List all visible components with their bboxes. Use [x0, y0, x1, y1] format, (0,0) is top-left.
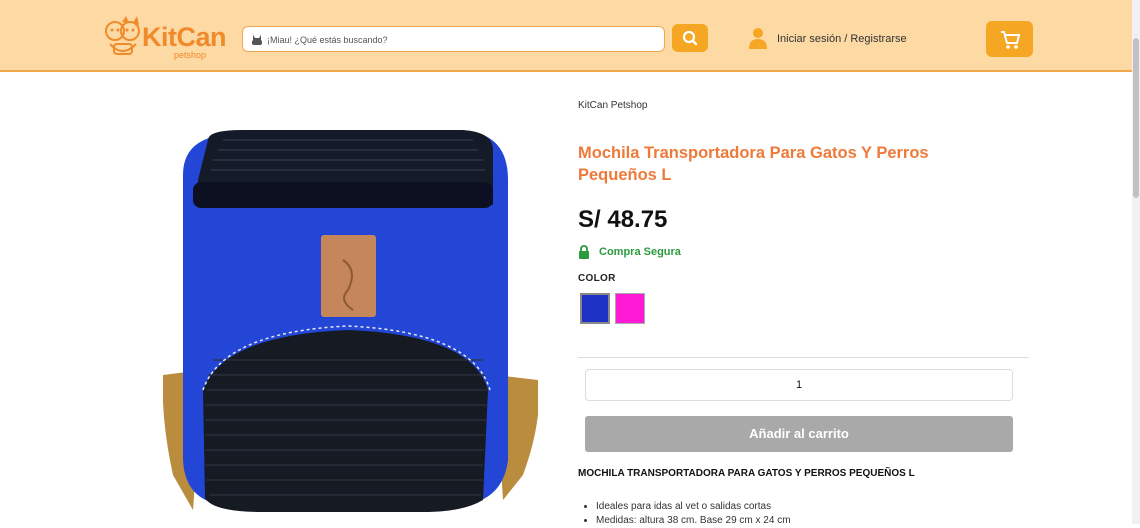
color-swatch-blue[interactable] [580, 293, 610, 324]
search-input[interactable] [267, 30, 657, 49]
color-swatch-pink[interactable] [615, 293, 645, 324]
quantity-input[interactable]: 1 [585, 369, 1013, 401]
login-register-link[interactable]: Iniciar sesión / Registrarse [777, 33, 907, 45]
divider [578, 357, 1029, 358]
description-item: Medidas: altura 38 cm. Base 29 cm x 24 c… [596, 514, 791, 528]
search-icon [682, 30, 698, 46]
scrollbar-thumb[interactable] [1133, 38, 1139, 198]
secure-purchase-label: Compra Segura [599, 246, 681, 258]
product-price: S/ 48.75 [578, 206, 668, 233]
description-title: MOCHILA TRANSPORTADORA PARA GATOS Y PERR… [578, 468, 915, 479]
cart-button[interactable] [986, 21, 1033, 57]
logo[interactable]: KitCan petshop [102, 14, 227, 60]
site-header: KitCan petshop Iniciar sesión / Registra… [0, 0, 1132, 72]
lock-icon [579, 245, 589, 259]
brand-subtitle: petshop [174, 50, 207, 60]
color-label: COLOR [578, 273, 616, 284]
cat-icon [252, 35, 262, 45]
add-to-cart-button[interactable]: Añadir al carrito [585, 416, 1013, 452]
product-image[interactable] [163, 120, 538, 520]
page-scrollbar[interactable] [1132, 0, 1140, 524]
description-item: Ideales para idas al vet o salidas corta… [596, 500, 791, 514]
user-icon[interactable] [749, 27, 767, 49]
search-button[interactable] [672, 24, 708, 52]
cart-icon [1001, 31, 1021, 49]
pet-faces-logo-icon [105, 16, 140, 55]
search-box [242, 26, 665, 52]
product-title: Mochila Transportadora Para Gatos Y Perr… [578, 144, 929, 184]
breadcrumb[interactable]: KitCan Petshop [578, 100, 648, 111]
brand-name: KitCan [142, 22, 227, 52]
